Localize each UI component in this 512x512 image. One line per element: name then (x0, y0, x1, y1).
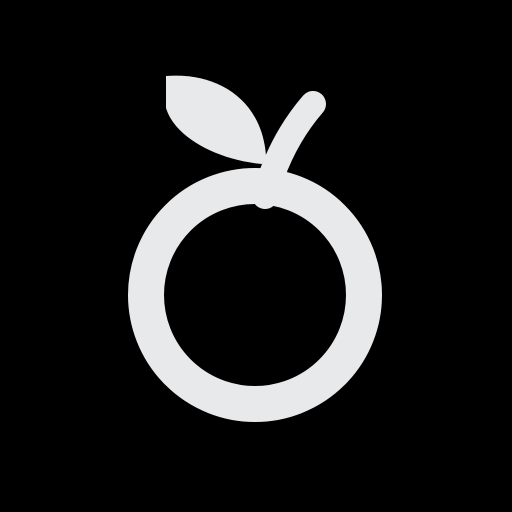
app-icon-canvas (0, 0, 512, 512)
leaf-shape (166, 75, 266, 164)
fruit-icon (128, 75, 382, 422)
fruit-ring (128, 168, 382, 422)
